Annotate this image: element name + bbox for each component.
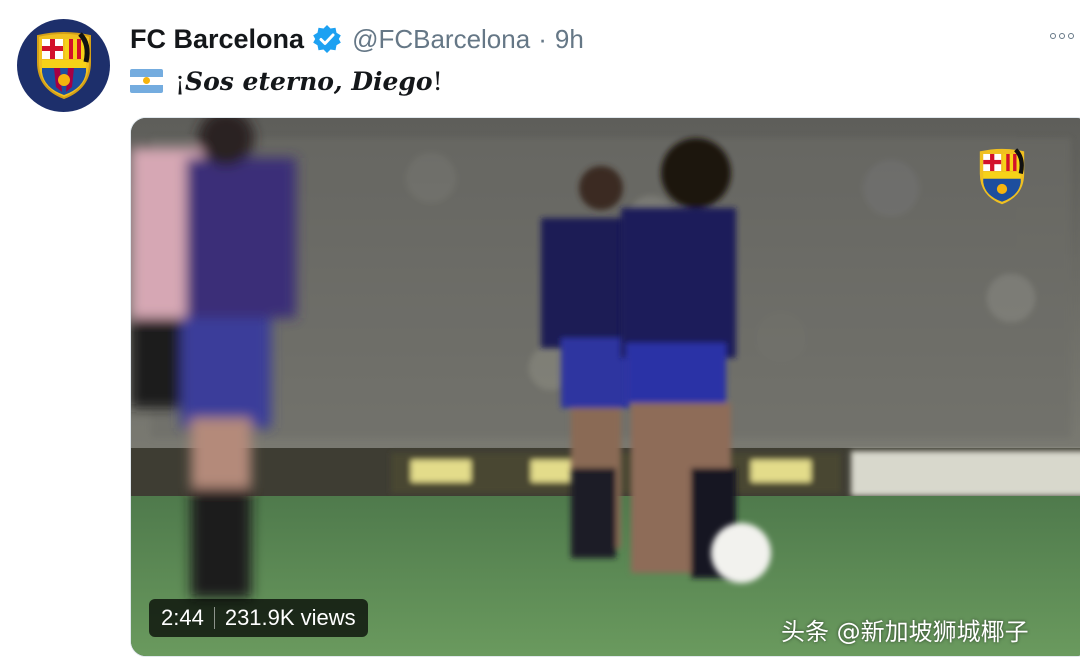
fc-barcelona-crest-icon — [36, 31, 91, 99]
watermark-text: 头条 @新加坡狮城椰子 — [781, 618, 1029, 646]
display-name[interactable]: FC Barcelona — [130, 24, 304, 55]
tweet-text: ¡Sos eterno, Diego! — [175, 67, 443, 96]
avatar[interactable] — [17, 19, 110, 112]
tweet-text-prefix: ¡ — [175, 66, 186, 96]
separator-dot: · — [538, 23, 547, 54]
tweet-text-suffix: ! — [432, 66, 443, 96]
video-stats-pill: 2:44 231.9K views — [149, 599, 368, 637]
video-duration: 2:44 — [161, 605, 204, 630]
tweet: FC Barcelona @FCBarcelona · 9h ¡Sos eter… — [0, 0, 1080, 665]
video-player[interactable]: 2:44 231.9K views 头条 @新加坡狮城椰子 — [130, 117, 1080, 657]
video-frame — [131, 118, 1080, 656]
argentina-flag-icon — [130, 69, 163, 93]
more-options-icon[interactable] — [1050, 26, 1080, 46]
pill-divider — [213, 607, 215, 629]
video-views: 231.9K views — [224, 605, 356, 630]
tweet-text-body: Sos eterno, Diego — [185, 66, 433, 96]
tweet-header: FC Barcelona @FCBarcelona · 9h — [130, 20, 584, 58]
tweet-text-line: ¡Sos eterno, Diego! — [130, 64, 443, 98]
barcelona-logo-overlay-icon — [979, 148, 1025, 205]
handle[interactable]: @FCBarcelona — [352, 24, 530, 55]
verified-badge-icon — [312, 24, 342, 54]
tweet-timestamp[interactable]: 9h — [555, 24, 584, 55]
